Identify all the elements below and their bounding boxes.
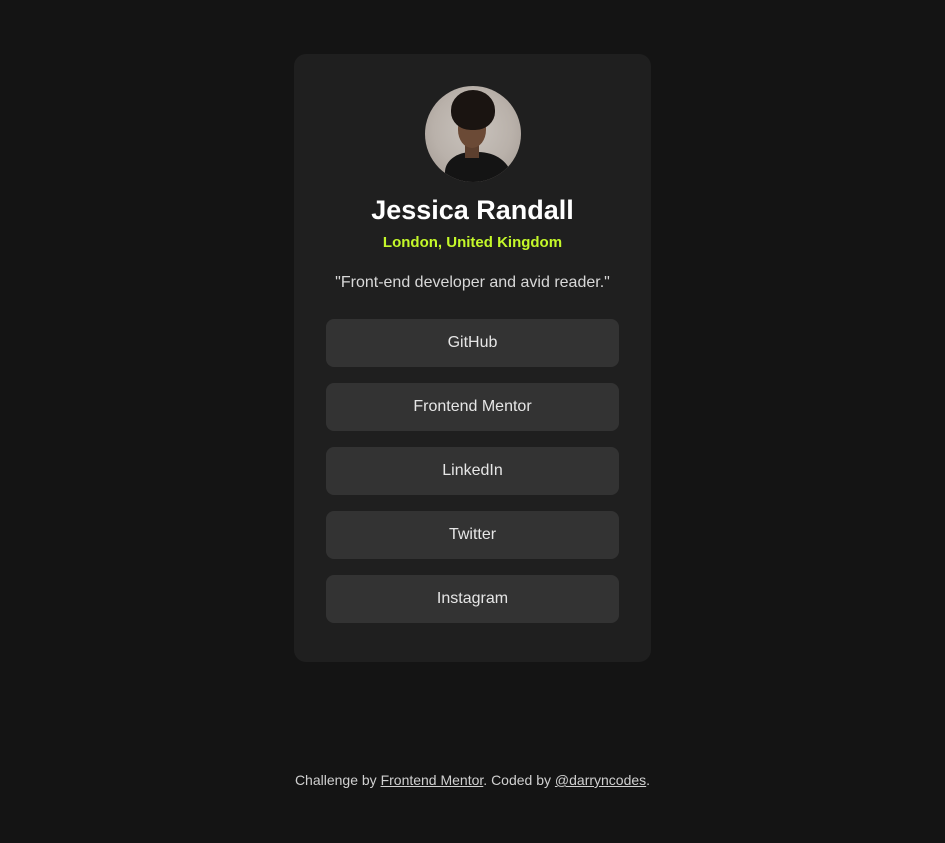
profile-location: London, United Kingdom (382, 234, 563, 251)
frontend-mentor-link-button[interactable]: Frontend Mentor (326, 383, 619, 431)
footer-middle: . Coded by (483, 772, 555, 788)
footer-suffix: . (646, 772, 651, 788)
challenge-link[interactable]: Frontend Mentor (381, 772, 484, 788)
profile-bio: "Front-end developer and avid reader." (335, 274, 610, 291)
twitter-link-button[interactable]: Twitter (326, 511, 619, 559)
footer-prefix: Challenge by (294, 772, 381, 788)
author-link[interactable]: @darryncodes (555, 772, 646, 788)
profile-name: Jessica Randall (371, 195, 574, 225)
social-links: GitHub Frontend Mentor LinkedIn Twitter … (326, 319, 619, 623)
profile-card: Jessica Randall London, United Kingdom "… (294, 54, 651, 662)
linkedin-link-button[interactable]: LinkedIn (326, 447, 619, 495)
avatar (424, 86, 521, 182)
instagram-link-button[interactable]: Instagram (326, 575, 619, 623)
github-link-button[interactable]: GitHub (326, 319, 619, 367)
avatar-hair (450, 90, 495, 130)
attribution-footer: Challenge by Frontend Mentor. Coded by @… (0, 771, 945, 789)
